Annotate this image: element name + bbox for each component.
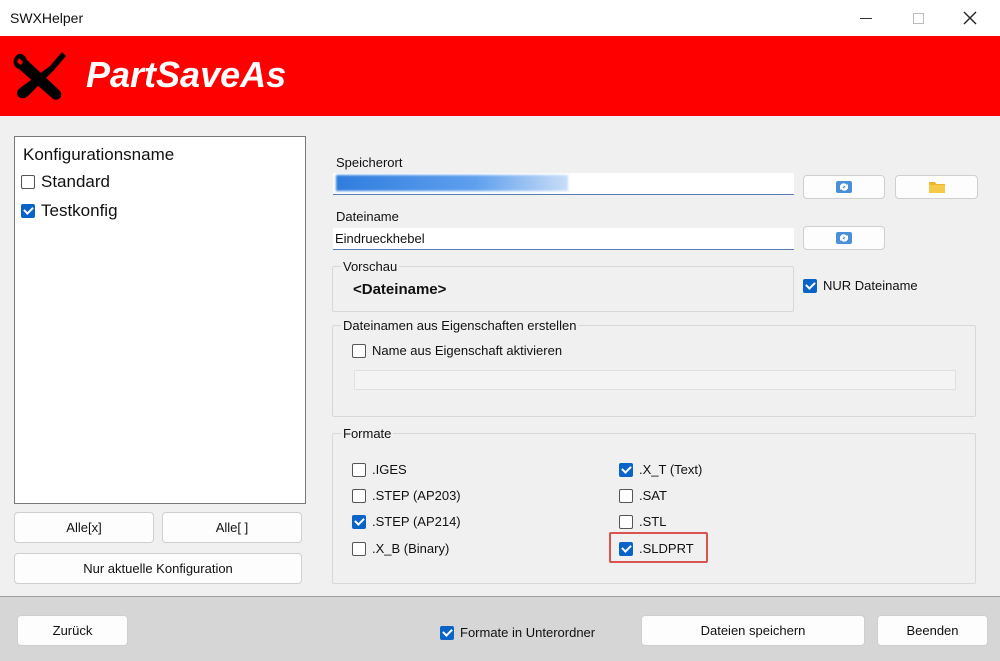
format-label: .IGES: [372, 462, 407, 477]
current-config-only-button[interactable]: Nur aktuelle Konfiguration: [14, 553, 302, 584]
subfolder-row[interactable]: Formate in Unterordner: [440, 625, 595, 640]
config-item-label: Testkonfig: [41, 201, 118, 220]
configuration-list-header: Konfigurationsname: [23, 145, 175, 164]
format-step-ap214-row[interactable]: .STEP (AP214): [352, 514, 461, 529]
main-panel: Konfigurationsname Standard Testkonfig A…: [0, 116, 1000, 596]
browse-folder-button[interactable]: [895, 175, 978, 199]
eigenschaft-input: [354, 370, 956, 390]
config-testkonfig-checkbox[interactable]: [21, 204, 35, 218]
config-item-label: Standard: [41, 172, 110, 191]
nur-dateiname-checkbox-row[interactable]: NUR Dateiname: [803, 278, 918, 293]
format-label: .X_T (Text): [639, 462, 703, 477]
format-iges-row[interactable]: .IGES: [352, 462, 407, 477]
configuration-list[interactable]: Konfigurationsname Standard Testkonfig: [14, 136, 306, 504]
format-step-ap214-checkbox[interactable]: [352, 514, 366, 529]
close-button[interactable]: [944, 0, 996, 36]
nur-dateiname-checkbox[interactable]: [803, 278, 817, 293]
name-aus-eigenschaft-checkbox[interactable]: [352, 343, 366, 358]
format-stl-checkbox[interactable]: [619, 514, 633, 529]
refresh-path-button[interactable]: [803, 175, 885, 199]
vorschau-title: Vorschau: [341, 259, 400, 274]
footer-bar: Zurück Formate in Unterordner Dateien sp…: [0, 596, 1000, 661]
window-title: SWXHelper: [10, 10, 84, 26]
folder-icon: [928, 182, 945, 193]
refresh-filename-button[interactable]: [803, 226, 885, 250]
vorschau-group: Vorschau <Dateiname>: [332, 259, 794, 312]
minimize-button[interactable]: [840, 0, 892, 36]
select-all-button[interactable]: Alle[x]: [14, 512, 154, 543]
refresh-icon: [836, 181, 852, 193]
name-aus-eigenschaft-label: Name aus Eigenschaft aktivieren: [372, 343, 563, 358]
maximize-icon: [912, 12, 924, 24]
dateiname-label: Dateiname: [336, 209, 399, 224]
subfolder-checkbox[interactable]: [440, 625, 454, 640]
format-label: .STEP (AP214): [372, 514, 461, 529]
format-step-ap203-checkbox[interactable]: [352, 488, 366, 503]
title-bar: SWXHelper: [0, 0, 1000, 36]
config-standard-checkbox[interactable]: [21, 175, 35, 189]
format-x-t-checkbox[interactable]: [619, 462, 633, 477]
format-x-t-row[interactable]: .X_T (Text): [619, 462, 702, 477]
format-label: .STL: [639, 514, 667, 529]
format-stl-row[interactable]: .STL: [619, 514, 666, 529]
header-banner: PartSaveAs: [0, 36, 1000, 116]
app-title: PartSaveAs: [86, 54, 287, 95]
format-iges-checkbox[interactable]: [352, 462, 366, 477]
close-icon: [963, 11, 977, 25]
save-files-button[interactable]: Dateien speichern: [641, 615, 865, 646]
config-item-standard[interactable]: Standard: [21, 171, 110, 193]
format-label: .SAT: [639, 488, 667, 503]
subfolder-label: Formate in Unterordner: [460, 625, 596, 640]
format-label: .STEP (AP203): [372, 488, 461, 503]
refresh-icon: [836, 232, 852, 244]
eigenschaften-group: Dateinamen aus Eigenschaften erstellen N…: [332, 318, 976, 417]
format-x-b-checkbox[interactable]: [352, 541, 366, 556]
tools-icon: [13, 52, 66, 100]
format-x-b-row[interactable]: .X_B (Binary): [352, 541, 449, 556]
maximize-button: [892, 0, 944, 36]
config-item-testkonfig[interactable]: Testkonfig: [21, 200, 118, 222]
nur-dateiname-label: NUR Dateiname: [823, 278, 918, 293]
sldprt-highlight-box: [609, 532, 708, 563]
speicherort-value-redacted: [336, 175, 568, 191]
eigenschaften-title: Dateinamen aus Eigenschaften erstellen: [341, 318, 579, 333]
format-step-ap203-row[interactable]: .STEP (AP203): [352, 488, 461, 503]
format-sat-row[interactable]: .SAT: [619, 488, 667, 503]
exit-button[interactable]: Beenden: [877, 615, 988, 646]
dateiname-input[interactable]: [333, 228, 794, 250]
vorschau-preview-text: <Dateiname>: [353, 281, 447, 298]
format-sat-checkbox[interactable]: [619, 488, 633, 503]
back-button[interactable]: Zurück: [17, 615, 128, 646]
name-aus-eigenschaft-row[interactable]: Name aus Eigenschaft aktivieren: [352, 343, 562, 358]
minimize-icon: [860, 17, 872, 19]
deselect-all-button[interactable]: Alle[ ]: [162, 512, 302, 543]
format-label: .X_B (Binary): [372, 541, 450, 556]
speicherort-label: Speicherort: [336, 155, 403, 170]
formate-title: Formate: [341, 426, 394, 441]
